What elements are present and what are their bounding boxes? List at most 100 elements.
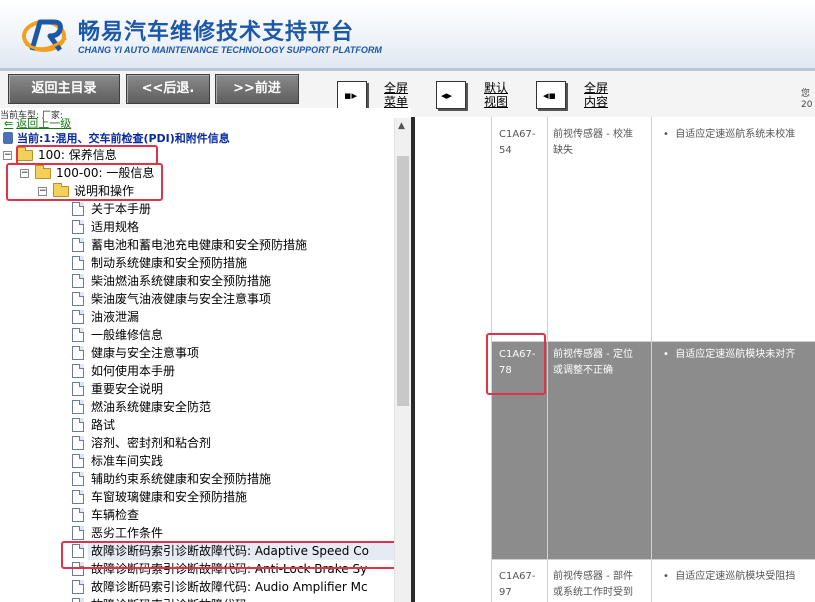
tree-leaf-label[interactable]: 制动系统健康和安全预防措施	[91, 254, 247, 272]
tree-leaf-label[interactable]: 柴油燃油系统健康和安全预防措施	[91, 272, 271, 290]
tree-leaf-label[interactable]: 溶剂、密封剂和粘合剂	[91, 434, 211, 452]
document-icon	[72, 364, 84, 378]
document-icon	[72, 238, 84, 252]
dtc-info-cell: • 自适应定速巡航系统未校准	[663, 129, 796, 140]
tree-leaf-item[interactable]: 辅助约束系统健康和安全预防措施	[0, 470, 394, 488]
tree-leaf-label[interactable]: 油液泄漏	[91, 308, 139, 326]
home-button[interactable]: 返回主目录	[8, 74, 120, 104]
full-menu-button[interactable]: ▪▸	[337, 81, 367, 109]
tree-leaf-label[interactable]: 重要安全说明	[91, 380, 163, 398]
tree-leaf-label[interactable]: 燃油系统健康安全防范	[91, 398, 211, 416]
tree-leaf-item[interactable]: 健康与安全注意事项	[0, 344, 394, 362]
tree-leaf-label[interactable]: 关于本手册	[91, 200, 151, 218]
tree-leaf-label[interactable]: 一般维修信息	[91, 326, 163, 344]
tree-leaf-item[interactable]: 恶劣工作条件	[0, 524, 394, 542]
highlight-box	[61, 541, 403, 569]
tree-scrollbar[interactable]: ▲	[394, 118, 411, 602]
document-icon	[72, 508, 84, 522]
tree-leaf-label[interactable]: 故障诊断码索引诊断故障代码: Audio Amplifier Mc	[91, 578, 368, 596]
tree-leaf-label[interactable]: 故障诊断码索引诊断故障代码: ...	[91, 596, 266, 602]
tree-leaf-item[interactable]: 如何使用本手册	[0, 362, 394, 380]
document-icon	[72, 472, 84, 486]
tree-leaf-item[interactable]: 重要安全说明	[0, 380, 394, 398]
document-icon	[72, 436, 84, 450]
tree-leaf-label[interactable]: 恶劣工作条件	[91, 524, 163, 542]
tree-leaf-label[interactable]: 车辆检查	[91, 506, 139, 524]
tree-leaf-label[interactable]: 柴油废气油液健康与安全注意事项	[91, 290, 271, 308]
tree-leaf-label[interactable]: 路试	[91, 416, 115, 434]
highlight-box	[486, 333, 546, 395]
document-icon	[72, 274, 84, 288]
content-panel: C1A67- 54 前视传感器 - 校准 缺失 • 自适应定速巡航系统未校准 C1A…	[415, 117, 815, 602]
app-root: 畅易汽车维修技术支持平台 CHANG YI AUTO MAINTENANCE T…	[0, 0, 815, 602]
tree-leaf-item[interactable]: 柴油燃油系统健康和安全预防措施	[0, 272, 394, 290]
tree-leaf-item[interactable]: 柴油废气油液健康与安全注意事项	[0, 290, 394, 308]
pane-left-icon: ◂▪	[543, 89, 556, 102]
user-info-text: 您 20	[801, 89, 813, 110]
document-icon	[72, 346, 84, 360]
column-divider	[547, 117, 548, 602]
document-icon	[72, 220, 84, 234]
tree-leaf-item[interactable]: 故障诊断码索引诊断故障代码: Audio Amplifier Mc	[0, 578, 394, 596]
tree-leaf-label[interactable]: 辅助约束系统健康和安全预防措施	[91, 470, 271, 488]
full-menu-label[interactable]: 全屏 菜单	[384, 81, 408, 109]
document-icon	[72, 490, 84, 504]
tree-leaf-item[interactable]: 一般维修信息	[0, 326, 394, 344]
tree-leaf-label[interactable]: 车窗玻璃健康和安全预防措施	[91, 488, 247, 506]
full-content-label[interactable]: 全屏 内容	[584, 81, 608, 109]
tree-leaf-item[interactable]: 车辆检查	[0, 506, 394, 524]
tree-leaf-item[interactable]: 路试	[0, 416, 394, 434]
document-icon	[72, 382, 84, 396]
back-arrow-icon: ⇐	[4, 117, 14, 130]
tree-leaf-item[interactable]: 车窗玻璃健康和安全预防措施	[0, 488, 394, 506]
dtc-code-cell: C1A67- 54	[499, 129, 536, 156]
platform-title: 畅易汽车维修技术支持平台	[78, 20, 355, 45]
dtc-code-cell: C1A67- 97	[499, 571, 536, 598]
breadcrumb: 当前:1:混用、交车前检查(PDI)和附件信息	[3, 130, 230, 146]
tree-leaf-item[interactable]: 标准车间实践	[0, 452, 394, 470]
breadcrumb-text: 当前:1:混用、交车前检查(PDI)和附件信息	[17, 132, 230, 145]
document-icon	[72, 400, 84, 414]
document-icon	[72, 328, 84, 342]
document-icon	[72, 202, 84, 216]
highlight-box	[6, 163, 163, 201]
dtc-info-cell: • 自适应定速巡航模块未对齐	[663, 349, 796, 360]
document-icon	[72, 256, 84, 270]
dtc-info-cell: • 自适应定速巡航模块受阻挡	[663, 571, 796, 582]
scrollbar-thumb[interactable]	[397, 156, 409, 406]
tree-leaf-label[interactable]: 适用规格	[91, 218, 139, 236]
tree-leaf-label[interactable]: 健康与安全注意事项	[91, 344, 199, 362]
tree-leaf-item[interactable]: 制动系统健康和安全预防措施	[0, 254, 394, 272]
tree-leaf-item[interactable]: 关于本手册	[0, 200, 394, 218]
column-divider	[651, 117, 652, 602]
tree-panel: 当前车型: 厂家: ⇐ 返回上一级 当前:1:混用、交车前检查(PDI)和附件信息…	[0, 108, 411, 602]
header-banner: 畅易汽车维修技术支持平台 CHANG YI AUTO MAINTENANCE T…	[0, 0, 815, 68]
tree-leaf-item[interactable]: 燃油系统健康安全防范	[0, 398, 394, 416]
back-button[interactable]: <<后退.	[126, 74, 210, 104]
dtc-description-cell: 前视传感器 - 部件 或系统工作时受到	[553, 571, 633, 598]
default-view-button[interactable]: ◂▸	[436, 81, 466, 109]
tree-leaf-item[interactable]: 溶剂、密封剂和粘合剂	[0, 434, 394, 452]
logo-icon	[22, 19, 67, 52]
tree-leaf-label[interactable]: 如何使用本手册	[91, 362, 175, 380]
pane-right-icon: ▪▸	[344, 89, 357, 102]
computer-icon	[3, 132, 13, 144]
document-icon	[72, 598, 84, 602]
document-icon	[72, 292, 84, 306]
forward-button[interactable]: >>前进	[215, 74, 299, 104]
tree-leaf-item[interactable]: 故障诊断码索引诊断故障代码: ...	[0, 596, 394, 602]
tree-leaf-item[interactable]: 油液泄漏	[0, 308, 394, 326]
full-content-button[interactable]: ◂▪	[536, 81, 566, 109]
document-icon	[72, 418, 84, 432]
document-icon	[72, 454, 84, 468]
collapse-icon[interactable]: −	[3, 151, 12, 160]
scroll-up-icon[interactable]: ▲	[398, 121, 405, 131]
back-up-link[interactable]: ⇐ 返回上一级	[4, 115, 71, 131]
tree-leaf-label[interactable]: 蓄电池和蓄电池充电健康和安全预防措施	[91, 236, 307, 254]
dtc-description-cell: 前视传感器 - 定位 或调整不正确	[553, 349, 633, 376]
back-up-text[interactable]: 返回上一级	[16, 117, 71, 130]
tree-leaf-label[interactable]: 标准车间实践	[91, 452, 163, 470]
tree-leaf-item[interactable]: 蓄电池和蓄电池充电健康和安全预防措施	[0, 236, 394, 254]
tree-leaf-item[interactable]: 适用规格	[0, 218, 394, 236]
default-view-label[interactable]: 默认 视图	[484, 81, 508, 109]
